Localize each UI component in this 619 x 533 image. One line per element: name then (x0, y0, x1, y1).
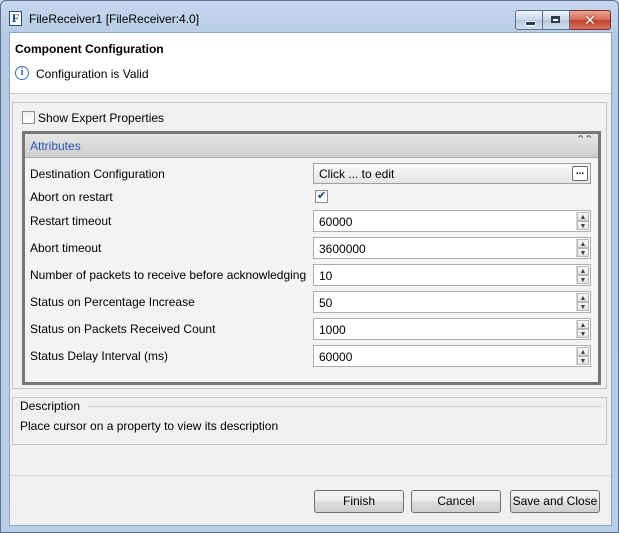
property-label: Status on Percentage Increase (30, 295, 195, 309)
description-panel: Description Place cursor on a property t… (12, 397, 607, 445)
status-delay-interval-input[interactable]: 60000 ▲ ▼ (313, 345, 591, 367)
minimize-icon (525, 21, 536, 26)
property-label: Destination Configuration (30, 167, 165, 181)
description-text: Place cursor on a property to view its d… (20, 419, 279, 433)
status-delay-interval-value: 60000 (319, 350, 353, 364)
spinner: ▲ ▼ (576, 293, 589, 311)
show-expert-label[interactable]: Show Expert Properties (38, 111, 164, 125)
destination-configuration-value: Click ... to edit (319, 167, 395, 181)
info-icon: i (15, 66, 29, 80)
packets-before-ack-input[interactable]: 10 ▲ ▼ (313, 264, 591, 286)
status-percentage-increase-input[interactable]: 50 ▲ ▼ (313, 291, 591, 313)
page-title: Component Configuration (15, 42, 164, 56)
property-row-packets-before-ack: Number of packets to receive before ackn… (25, 263, 598, 287)
spin-up-button[interactable]: ▲ (577, 266, 589, 275)
window-title: FileReceiver1 [FileReceiver:4.0] (29, 12, 200, 26)
spin-up-button[interactable]: ▲ (577, 239, 589, 248)
description-divider (88, 406, 602, 407)
spin-up-button[interactable]: ▲ (577, 347, 589, 356)
finish-button[interactable]: Finish (314, 490, 404, 513)
cancel-button[interactable]: Cancel (411, 490, 501, 513)
property-row-status-percentage-increase: Status on Percentage Increase 50 ▲ ▼ (25, 290, 598, 314)
dialog-header: Component Configuration i Configuration … (10, 33, 611, 94)
spinner: ▲ ▼ (576, 320, 589, 338)
show-expert-checkbox[interactable] (22, 111, 35, 124)
restart-timeout-input[interactable]: 60000 ▲ ▼ (313, 210, 591, 232)
abort-on-restart-checkbox[interactable]: ✔ (315, 190, 328, 203)
spin-up-button[interactable]: ▲ (577, 320, 589, 329)
close-icon: ✕ (584, 12, 596, 28)
spinner: ▲ ▼ (576, 266, 589, 284)
property-row-status-packets-received: Status on Packets Received Count 1000 ▲ … (25, 317, 598, 341)
property-label: Number of packets to receive before ackn… (30, 268, 307, 282)
property-label: Abort timeout (30, 241, 102, 255)
abort-timeout-value: 3600000 (319, 242, 366, 256)
attributes-title: Attributes (30, 139, 81, 153)
dialog-window: F FileReceiver1 [FileReceiver:4.0] ✕ Com… (0, 0, 619, 533)
property-row-restart-timeout: Restart timeout 60000 ▲ ▼ (25, 209, 598, 233)
validation-status: Configuration is Valid (36, 67, 149, 81)
footer-divider (10, 475, 611, 476)
restart-timeout-value: 60000 (319, 215, 353, 229)
maximize-icon (551, 16, 560, 23)
destination-configuration-field[interactable]: Click ... to edit ... (313, 163, 591, 184)
description-title: Description (20, 399, 83, 413)
close-button[interactable]: ✕ (570, 10, 611, 30)
spin-up-button[interactable]: ▲ (577, 293, 589, 302)
abort-timeout-input[interactable]: 3600000 ▲ ▼ (313, 237, 591, 259)
spin-down-button[interactable]: ▼ (577, 356, 589, 365)
spinner: ▲ ▼ (576, 347, 589, 365)
spin-down-button[interactable]: ▼ (577, 329, 589, 338)
checkmark-icon: ✔ (317, 190, 327, 202)
app-icon: F (9, 11, 22, 26)
title-bar[interactable]: F FileReceiver1 [FileReceiver:4.0] ✕ (1, 1, 618, 33)
save-and-close-button[interactable]: Save and Close (510, 490, 600, 513)
spin-down-button[interactable]: ▼ (577, 221, 589, 230)
spinner: ▲ ▼ (576, 212, 589, 230)
spin-down-button[interactable]: ▼ (577, 275, 589, 284)
attributes-section: Attributes ⌃⌃ Destination Configuration … (22, 131, 601, 385)
spin-down-button[interactable]: ▼ (577, 248, 589, 257)
attributes-header[interactable]: Attributes ⌃⌃ (25, 134, 598, 158)
spinner: ▲ ▼ (576, 239, 589, 257)
packets-before-ack-value: 10 (319, 269, 333, 283)
property-row-destination-configuration: Destination Configuration Click ... to e… (25, 162, 598, 186)
properties-panel: Show Expert Properties Attributes ⌃⌃ Des… (12, 102, 607, 389)
property-label: Restart timeout (30, 214, 112, 228)
property-label: Status on Packets Received Count (30, 322, 216, 336)
property-row-abort-on-restart: Abort on restart ✔ (25, 185, 598, 209)
collapse-icon[interactable]: ⌃⌃ (576, 135, 593, 154)
dialog-content: Component Configuration i Configuration … (9, 32, 612, 526)
property-label: Status Delay Interval (ms) (30, 349, 169, 363)
property-row-abort-timeout: Abort timeout 3600000 ▲ ▼ (25, 236, 598, 260)
status-packets-received-value: 1000 (319, 323, 346, 337)
maximize-button[interactable] (543, 10, 570, 30)
status-packets-received-input[interactable]: 1000 ▲ ▼ (313, 318, 591, 340)
status-percentage-increase-value: 50 (319, 296, 333, 310)
spin-down-button[interactable]: ▼ (577, 302, 589, 311)
spin-up-button[interactable]: ▲ (577, 212, 589, 221)
edit-ellipsis-button[interactable]: ... (572, 166, 588, 181)
minimize-button[interactable] (515, 10, 543, 30)
property-row-status-delay-interval: Status Delay Interval (ms) 60000 ▲ ▼ (25, 344, 598, 368)
property-label: Abort on restart (30, 190, 113, 204)
